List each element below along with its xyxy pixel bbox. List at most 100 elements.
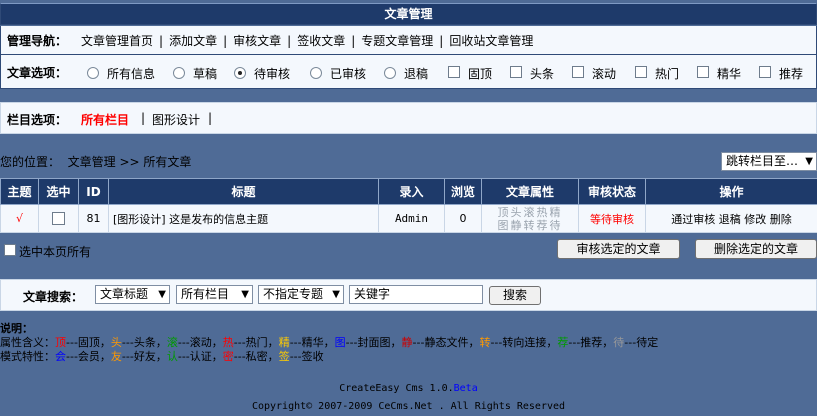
- approve-selected-button[interactable]: 审核选定的文章: [557, 239, 680, 259]
- row-attr-line1: 顶头滚热精: [497, 205, 563, 219]
- legend-segment: ---封面图，: [345, 336, 402, 349]
- check-hot[interactable]: [635, 66, 647, 78]
- category-design-link[interactable]: 图形设计: [152, 111, 200, 128]
- check-featured-label: 精华: [717, 67, 742, 81]
- legend-segment: 密: [222, 350, 234, 363]
- legend-segment: 图: [334, 336, 346, 349]
- search-button[interactable]: 搜索: [489, 286, 541, 305]
- footer-product-name: CreateEasy Cms 1.0.: [339, 383, 454, 394]
- page-title-bar: 文章管理: [0, 3, 817, 25]
- radio-draft[interactable]: [173, 67, 185, 79]
- jump-category-value: 跳转栏目至…: [726, 154, 799, 168]
- search-field-value: 文章标题: [100, 287, 149, 301]
- footer-product: CreateEasy Cms 1.0.Beta: [0, 383, 817, 394]
- row-actions: 通过审核 退稿 修改 删除: [645, 204, 817, 233]
- legend-segment: 认: [166, 350, 178, 363]
- notes-mode-line: 模式特性：会---会员，友---好友，认---认证，密---私密，签---签收: [0, 350, 658, 364]
- chevron-down-icon: ▼: [332, 289, 340, 300]
- article-table: 主题 选中 ID 标题 录入 浏览 文章属性 审核状态 操作 √ 81 [图形设…: [0, 178, 817, 233]
- legend-segment: 待: [613, 336, 625, 349]
- select-all-label: 选中本页所有: [19, 245, 92, 259]
- col-topic: 主题: [0, 178, 39, 205]
- legend-segment: ---待定: [624, 336, 659, 349]
- category-row: 栏目选项： 所有栏目 | 图形设计 |: [0, 102, 817, 134]
- check-scroll-label: 滚动: [592, 67, 617, 81]
- legend-segment: ---静态文件，: [412, 336, 480, 349]
- legend-segment: ---头条，: [121, 336, 167, 349]
- legend-segment: 转: [479, 336, 491, 349]
- legend-segment: 精: [278, 336, 290, 349]
- chevron-down-icon: ▼: [158, 289, 166, 300]
- chevron-down-icon: ▼: [241, 289, 249, 300]
- radio-all[interactable]: [87, 67, 99, 79]
- nav-link-topics[interactable]: 专题文章管理: [361, 34, 433, 48]
- chevron-down-icon: ▼: [805, 156, 813, 167]
- category-all-link[interactable]: 所有栏目: [81, 111, 129, 128]
- legend-segment: 顶: [55, 336, 66, 349]
- nav-link-review[interactable]: 审核文章: [233, 34, 281, 48]
- legend-segment: ---认证，: [177, 350, 223, 363]
- nav-link-add[interactable]: 添加文章: [169, 34, 217, 48]
- legend-segment: 属性含义：: [0, 336, 55, 349]
- footer-beta: Beta: [453, 383, 478, 394]
- radio-rejected[interactable]: [384, 67, 396, 79]
- nav-link-recycle[interactable]: 回收站文章管理: [449, 34, 533, 48]
- search-field-select[interactable]: 文章标题 ▼: [95, 285, 170, 304]
- check-recommend[interactable]: [759, 66, 771, 78]
- row-title[interactable]: [图形设计] 这是发布的信息主题: [108, 204, 379, 233]
- row-author: Admin: [378, 204, 445, 233]
- nav-link-signoff[interactable]: 签收文章: [297, 34, 345, 48]
- legend-segment: ---精华，: [289, 336, 335, 349]
- footer-copyright: Copyright© 2007-2009 CeCms.Net . All Rig…: [251, 401, 566, 412]
- category-sep-1: |: [141, 111, 146, 125]
- col-actions: 操作: [645, 178, 817, 205]
- breadcrumb: 您的位置： 文章管理 >> 所有文章: [0, 155, 192, 169]
- legend-segment: ---会员，: [66, 350, 111, 363]
- search-topic-select[interactable]: 不指定专题 ▼: [258, 285, 344, 304]
- col-id: ID: [78, 178, 109, 205]
- check-headline-label: 头条: [530, 67, 555, 81]
- legend-segment: ---签收: [289, 350, 324, 363]
- approve-link[interactable]: 通过审核: [671, 213, 715, 226]
- check-top[interactable]: [448, 66, 460, 78]
- check-scroll[interactable]: [572, 66, 584, 78]
- notes-title: 说明：: [0, 322, 33, 335]
- delete-link[interactable]: 删除: [770, 213, 792, 226]
- search-row: 文章搜索： 文章标题 ▼ 所有栏目 ▼ 不指定专题 ▼ 关键字 搜索: [0, 279, 817, 311]
- edit-link[interactable]: 修改: [744, 213, 766, 226]
- nav-link-home[interactable]: 文章管理首页: [81, 34, 153, 48]
- row-attr-line2: 图静转荐待: [497, 218, 563, 232]
- location-row: 您的位置： 文章管理 >> 所有文章: [0, 152, 817, 170]
- radio-approved[interactable]: [310, 67, 322, 79]
- search-column-select[interactable]: 所有栏目 ▼: [176, 285, 253, 304]
- row-topic-mark: √: [0, 204, 39, 233]
- legend-segment: 头: [110, 336, 122, 349]
- check-featured[interactable]: [697, 66, 709, 78]
- nav-label: 管理导航：: [7, 34, 68, 48]
- search-keyword-input[interactable]: 关键字: [349, 285, 483, 304]
- category-sep-2: |: [208, 111, 213, 125]
- check-headline[interactable]: [510, 66, 522, 78]
- row-select-checkbox[interactable]: [52, 212, 65, 226]
- radio-draft-label: 草稿: [193, 67, 218, 81]
- jump-category-select[interactable]: 跳转栏目至… ▼: [721, 152, 817, 171]
- check-hot-label: 热门: [655, 67, 680, 81]
- legend-segment: 滚: [166, 336, 178, 349]
- legend-segment: ---滚动，: [177, 336, 223, 349]
- col-author: 录入: [378, 178, 445, 205]
- reject-link[interactable]: 退稿: [719, 213, 741, 226]
- legend-segment: 签: [278, 350, 290, 363]
- category-label: 栏目选项：: [7, 113, 68, 127]
- search-column-value: 所有栏目: [181, 287, 230, 301]
- col-title: 标题: [108, 178, 379, 205]
- legend-notes: 说明： 属性含义：顶---固顶，头---头条，滚---滚动，热---热门，精--…: [0, 322, 658, 364]
- legend-segment: 荐: [557, 336, 569, 349]
- select-all-checkbox[interactable]: [4, 244, 16, 256]
- legend-segment: ---热门，: [233, 336, 279, 349]
- radio-all-label: 所有信息: [107, 67, 156, 81]
- radio-pending[interactable]: [234, 67, 246, 79]
- legend-segment: ---固顶，: [66, 336, 111, 349]
- table-row: √ 81 [图形设计] 这是发布的信息主题 Admin 0 顶头滚热精 图静转荐…: [0, 204, 817, 233]
- delete-selected-button[interactable]: 删除选定的文章: [695, 239, 817, 259]
- legend-segment: ---推荐，: [568, 336, 614, 349]
